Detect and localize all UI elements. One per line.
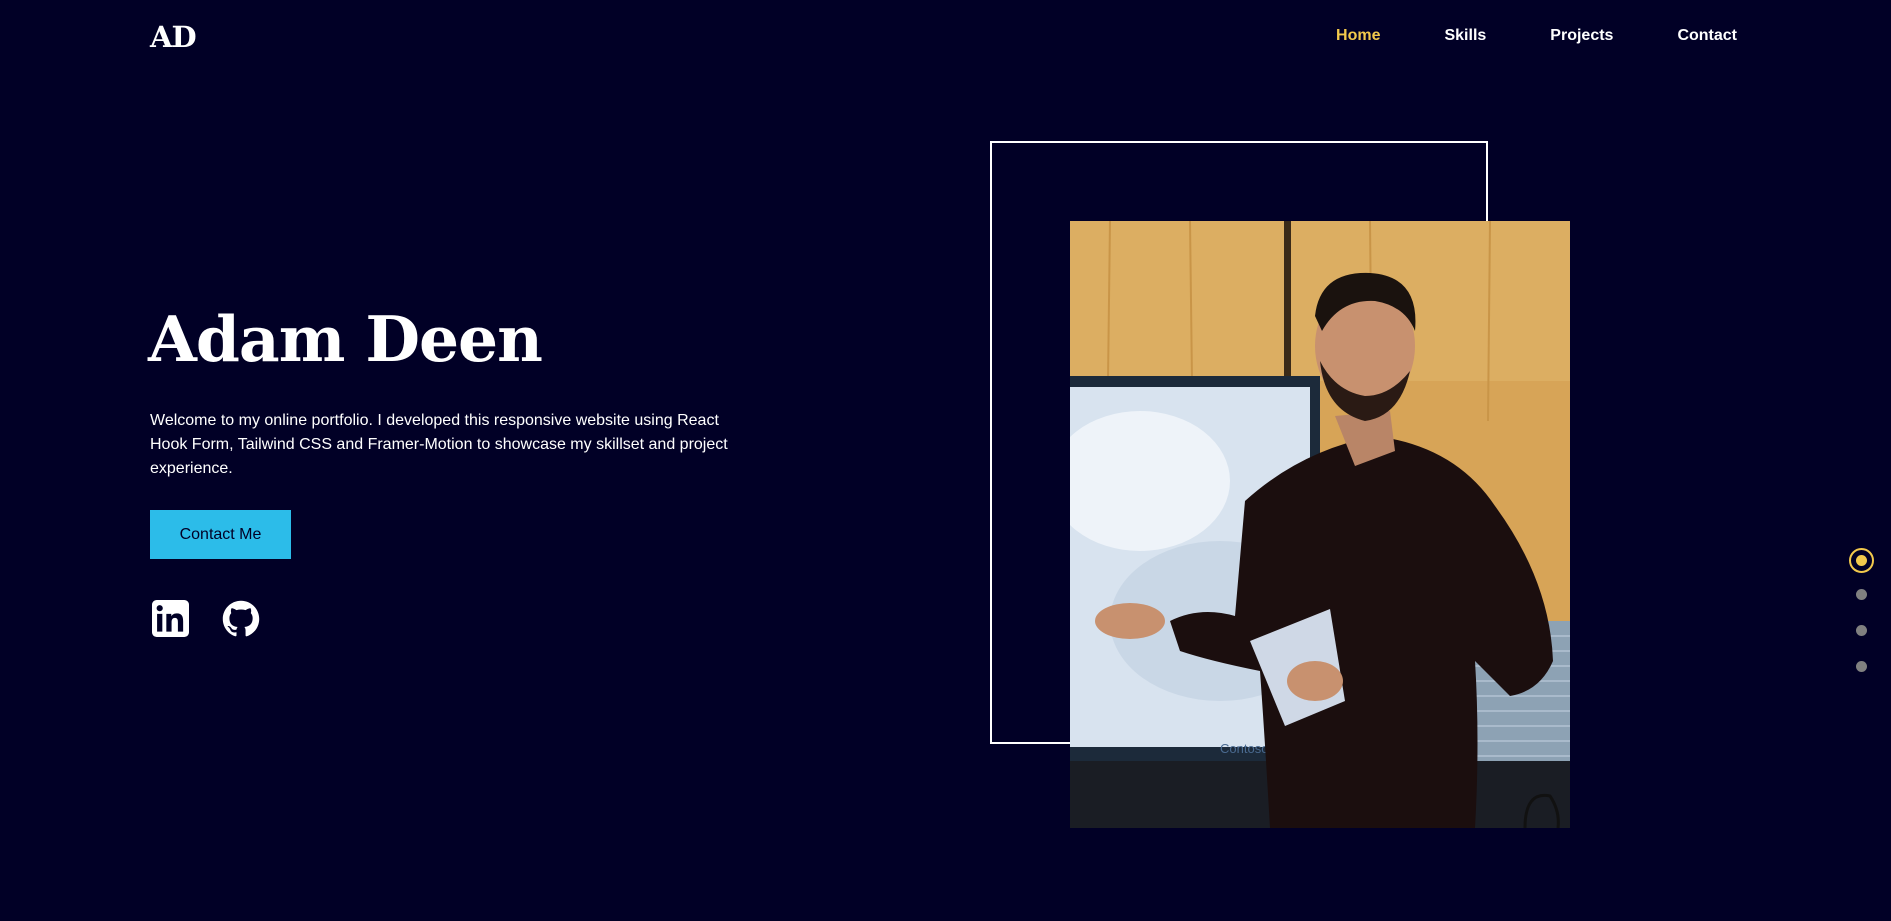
profile-photo: Contoso — [1070, 221, 1570, 828]
site-logo[interactable]: AD — [150, 20, 197, 54]
hero-name: Adam Deen — [148, 302, 543, 376]
dot-nav-projects[interactable] — [1856, 625, 1867, 636]
nav-link-contact[interactable]: Contact — [1677, 27, 1737, 45]
nav-link-skills[interactable]: Skills — [1444, 27, 1486, 45]
dot-nav-home[interactable] — [1849, 548, 1874, 573]
nav-link-home[interactable]: Home — [1336, 27, 1380, 45]
main-nav: Home Skills Projects Contact — [1272, 27, 1737, 45]
linkedin-icon[interactable] — [152, 598, 192, 640]
hero-description: Welcome to my online portfolio. I develo… — [150, 412, 728, 477]
dot-nav-contact[interactable] — [1856, 661, 1867, 672]
dot-nav-skills[interactable] — [1856, 589, 1867, 600]
page: AD Home Skills Projects Contact Adam Dee… — [0, 0, 1891, 921]
contact-me-button[interactable]: Contact Me — [150, 510, 291, 559]
svg-text:Contoso: Contoso — [1220, 741, 1268, 756]
github-icon[interactable] — [222, 598, 262, 640]
nav-link-projects[interactable]: Projects — [1550, 27, 1613, 45]
